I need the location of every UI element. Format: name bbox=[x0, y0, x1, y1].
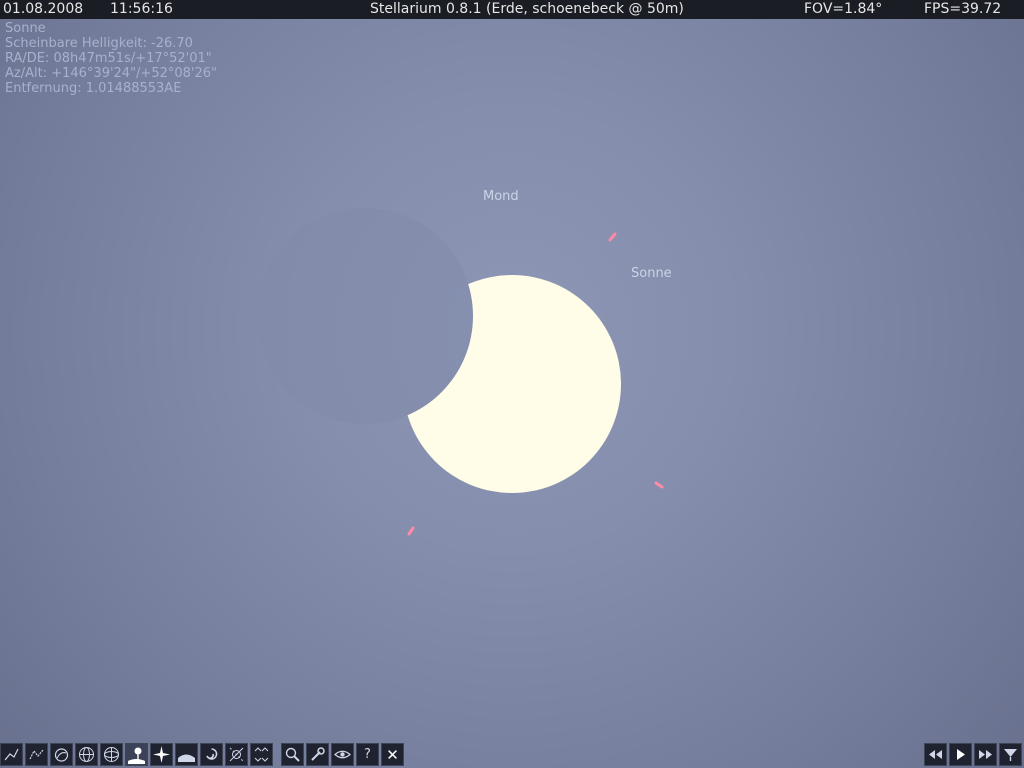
play-button[interactable] bbox=[949, 743, 972, 766]
fps-display: FPS=39.72 bbox=[924, 1, 1002, 17]
constellation-names-button[interactable] bbox=[25, 743, 48, 766]
mount-mode-button[interactable] bbox=[250, 743, 273, 766]
planet-hints-icon bbox=[229, 747, 244, 762]
help-icon: ? bbox=[364, 747, 371, 762]
close-icon: ✕ bbox=[386, 745, 399, 764]
cardinal-points-button[interactable] bbox=[150, 743, 173, 766]
nebula-icon bbox=[206, 748, 218, 760]
atmosphere-button[interactable] bbox=[175, 743, 198, 766]
ground-icon bbox=[128, 747, 145, 764]
constellation-names-icon bbox=[29, 749, 44, 760]
rewind-button[interactable] bbox=[924, 743, 947, 766]
sky-view[interactable] bbox=[0, 19, 1024, 743]
realtime-button[interactable] bbox=[999, 743, 1022, 766]
quit-button[interactable]: ✕ bbox=[381, 743, 404, 766]
fast-forward-icon bbox=[979, 750, 992, 759]
rewind-icon bbox=[929, 750, 942, 759]
constellation-art-icon bbox=[54, 748, 69, 762]
moon-label: Mond bbox=[483, 189, 519, 204]
top-status-bar: 01.08.2008 11:56:16 Stellarium 0.8.1 (Er… bbox=[0, 0, 1024, 19]
realtime-icon bbox=[1004, 749, 1017, 761]
date-display: 01.08.2008 bbox=[3, 1, 84, 17]
sun-disc[interactable] bbox=[403, 275, 621, 493]
ground-button[interactable] bbox=[125, 743, 148, 766]
selection-marker-bottom-left bbox=[407, 526, 415, 536]
planet-hints-button[interactable] bbox=[225, 743, 248, 766]
selection-marker-bottom-right bbox=[654, 481, 664, 489]
constellation-art-button[interactable] bbox=[50, 743, 73, 766]
help-button[interactable]: ? bbox=[356, 743, 379, 766]
time-control-toolbar bbox=[924, 743, 1024, 768]
equatorial-grid-icon bbox=[104, 747, 119, 762]
cardinal-points-icon bbox=[153, 746, 170, 763]
fast-forward-button[interactable] bbox=[974, 743, 997, 766]
azimuth-grid-button[interactable] bbox=[75, 743, 98, 766]
mount-icon bbox=[254, 747, 269, 762]
search-button[interactable] bbox=[281, 743, 304, 766]
constellation-lines-button[interactable] bbox=[0, 743, 23, 766]
main-toolbar: ? ✕ bbox=[0, 743, 406, 768]
atmosphere-icon bbox=[178, 754, 195, 762]
selection-marker-top-right bbox=[608, 232, 617, 242]
night-mode-button[interactable] bbox=[331, 743, 354, 766]
nebulae-button[interactable] bbox=[200, 743, 223, 766]
time-display: 11:56:16 bbox=[110, 1, 173, 17]
app-title: Stellarium 0.8.1 (Erde, schoenebeck @ 50… bbox=[370, 1, 684, 17]
constellation-lines-icon bbox=[4, 748, 19, 761]
search-icon bbox=[285, 747, 300, 762]
equatorial-grid-button[interactable] bbox=[100, 743, 123, 766]
wrench-icon bbox=[311, 747, 325, 761]
configuration-button[interactable] bbox=[306, 743, 329, 766]
fov-display: FOV=1.84° bbox=[804, 1, 883, 17]
eye-icon bbox=[334, 750, 351, 759]
play-icon bbox=[957, 749, 965, 760]
azimuth-grid-icon bbox=[79, 747, 94, 762]
sun-label: Sonne bbox=[631, 266, 672, 281]
